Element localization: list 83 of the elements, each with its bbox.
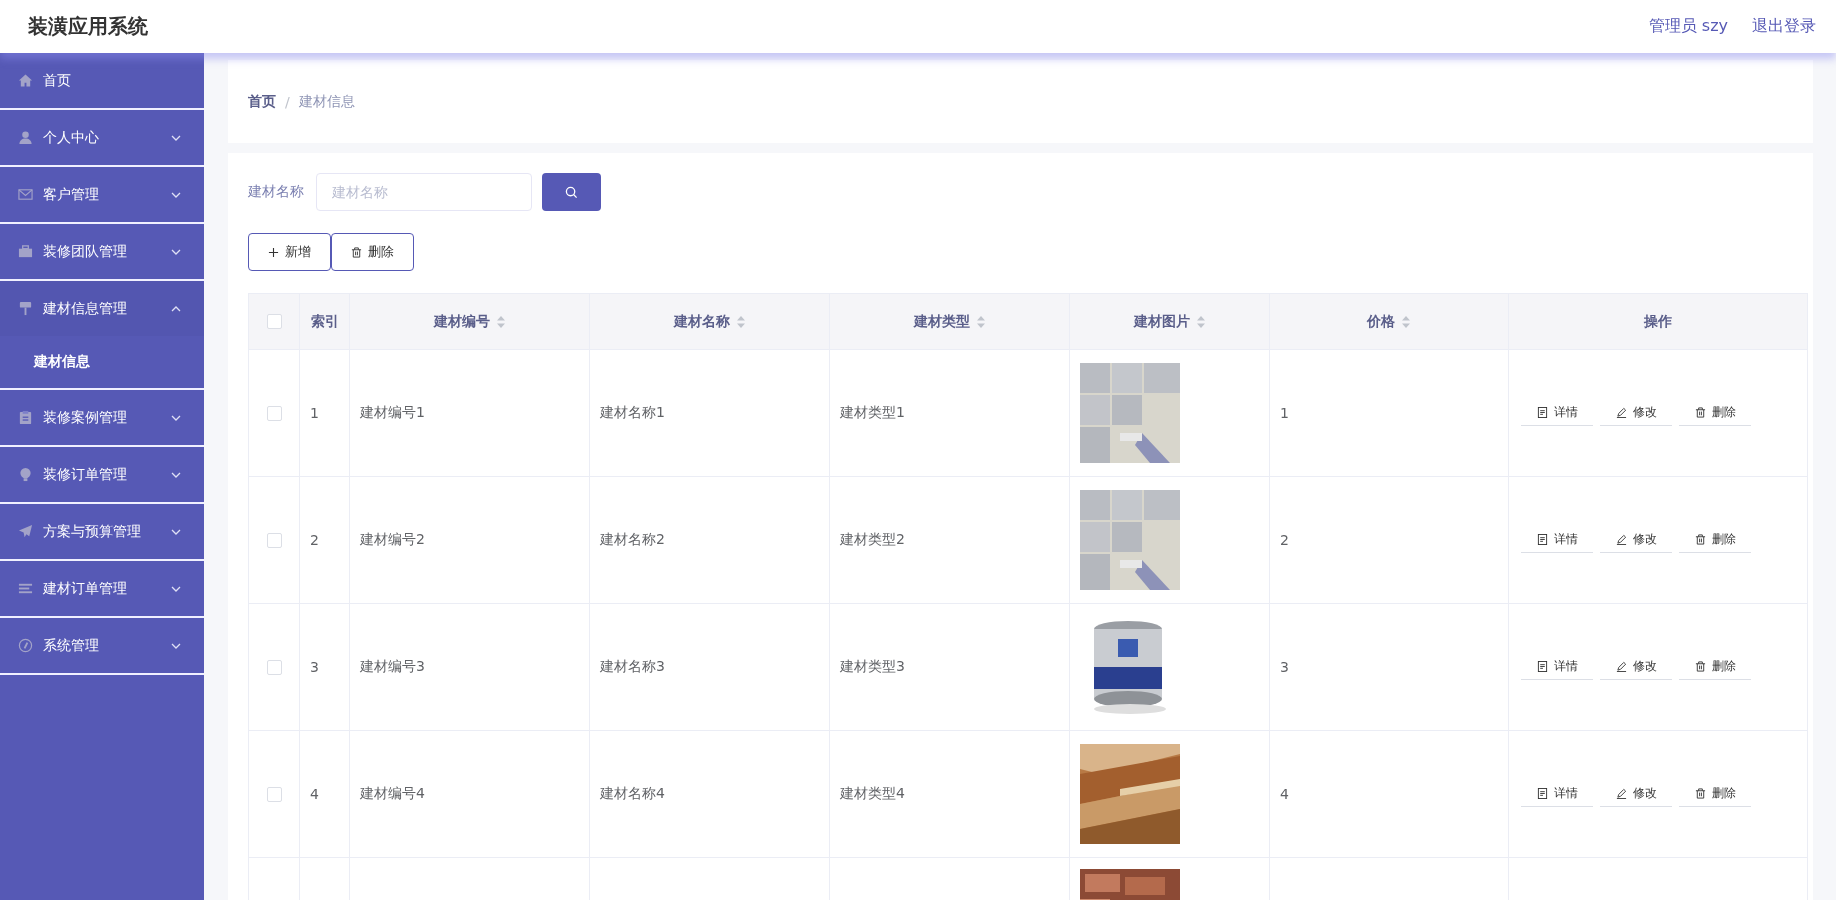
table-cell: 建材名称3: [600, 658, 665, 676]
sort-icon[interactable]: [495, 314, 506, 329]
sidebar-item[interactable]: 装修案例管理: [0, 390, 204, 445]
briefcase-icon: [18, 244, 33, 259]
table-cell: 1: [1280, 405, 1289, 421]
document-icon: [1536, 788, 1548, 799]
trash-icon: [1694, 661, 1706, 672]
table-cell: 建材编号1: [360, 404, 425, 422]
mail-icon: [18, 187, 33, 202]
column-header: 索引: [310, 312, 339, 331]
paint-roller-icon: [18, 301, 33, 316]
table-cell: 建材名称2: [600, 531, 665, 549]
sidebar-item[interactable]: 方案与预算管理: [0, 504, 204, 559]
table-cell: 建材类型1: [840, 404, 905, 422]
search-icon: [565, 185, 578, 199]
trash-icon: [1694, 534, 1706, 545]
table-cell: 3: [310, 659, 319, 675]
delete-button[interactable]: 删除: [331, 233, 414, 271]
plus-icon: [268, 246, 279, 258]
table-cell: 2: [310, 532, 319, 548]
column-header: 建材名称: [673, 312, 730, 331]
header-link[interactable]: 管理员 szy: [1648, 16, 1728, 37]
trash-icon: [351, 246, 362, 258]
user-icon: [18, 130, 33, 145]
checkbox[interactable]: [266, 405, 282, 421]
table-cell: 2: [1280, 532, 1289, 548]
sort-icon[interactable]: [1401, 314, 1411, 329]
sidebar-subitem[interactable]: 建材信息: [0, 336, 204, 388]
search-button[interactable]: [542, 173, 601, 211]
document-icon: [1536, 661, 1548, 672]
header-link[interactable]: 退出登录: [1752, 16, 1816, 37]
search-label: 建材名称: [248, 183, 304, 201]
checkbox[interactable]: [266, 314, 282, 329]
checkbox[interactable]: [266, 786, 282, 802]
breadcrumb-link[interactable]: 首页: [248, 92, 276, 111]
search-field[interactable]: 建材名称: [316, 173, 532, 211]
sidebar-item[interactable]: 建材信息管理: [0, 281, 204, 336]
column-header: 建材编号: [433, 312, 490, 331]
pencil-icon: [1615, 407, 1627, 418]
table-cell: 建材名称1: [600, 404, 665, 422]
table-cell: 建材名称4: [600, 785, 665, 803]
sidebar-item[interactable]: 装修团队管理: [0, 224, 204, 279]
document-icon: [1536, 534, 1548, 545]
pencil-icon: [1615, 661, 1627, 672]
sort-icon[interactable]: [975, 314, 986, 329]
breadcrumb-separator: /: [285, 93, 290, 110]
app-title: 装潢应用系统: [28, 13, 148, 40]
bulb-icon: [18, 467, 33, 482]
table-cell: 1: [310, 405, 319, 421]
table-cell: 4: [310, 786, 319, 802]
sort-icon[interactable]: [1195, 314, 1206, 329]
checkbox[interactable]: [266, 659, 282, 675]
column-header: 价格: [1367, 312, 1395, 331]
checkbox[interactable]: [266, 532, 282, 548]
table-cell: 3: [1280, 659, 1289, 675]
sidebar-item[interactable]: 客户管理: [0, 167, 204, 222]
trash-icon: [1694, 407, 1706, 418]
compass-icon: [18, 638, 33, 653]
sort-icon[interactable]: [735, 314, 746, 329]
sidebar-item[interactable]: 装修订单管理: [0, 447, 204, 502]
sidebar-item[interactable]: 个人中心: [0, 110, 204, 165]
trash-icon: [1694, 788, 1706, 799]
home-icon: [18, 73, 33, 88]
column-header: 建材类型: [913, 312, 970, 331]
clipboard-icon: [18, 410, 33, 425]
table-cell: 4: [1280, 786, 1289, 802]
table-cell: 建材类型3: [840, 658, 905, 676]
sidebar-item[interactable]: 建材订单管理: [0, 561, 204, 616]
table-cell: 建材类型4: [840, 785, 905, 803]
sidebar-item[interactable]: 首页: [0, 53, 204, 108]
table-cell: 建材编号4: [360, 785, 425, 803]
list-icon: [18, 581, 33, 596]
sidebar-item[interactable]: 系统管理: [0, 618, 204, 673]
table-cell: 建材类型2: [840, 531, 905, 549]
pencil-icon: [1615, 534, 1627, 545]
document-icon: [1536, 407, 1548, 418]
add-button[interactable]: 新增: [248, 233, 331, 271]
pencil-icon: [1615, 788, 1627, 799]
column-header: 建材图片: [1133, 312, 1190, 331]
table-cell: 建材编号2: [360, 531, 425, 549]
paper-plane-icon: [18, 524, 33, 539]
column-header: 操作: [1644, 312, 1672, 331]
table-cell: 建材编号3: [360, 658, 425, 676]
